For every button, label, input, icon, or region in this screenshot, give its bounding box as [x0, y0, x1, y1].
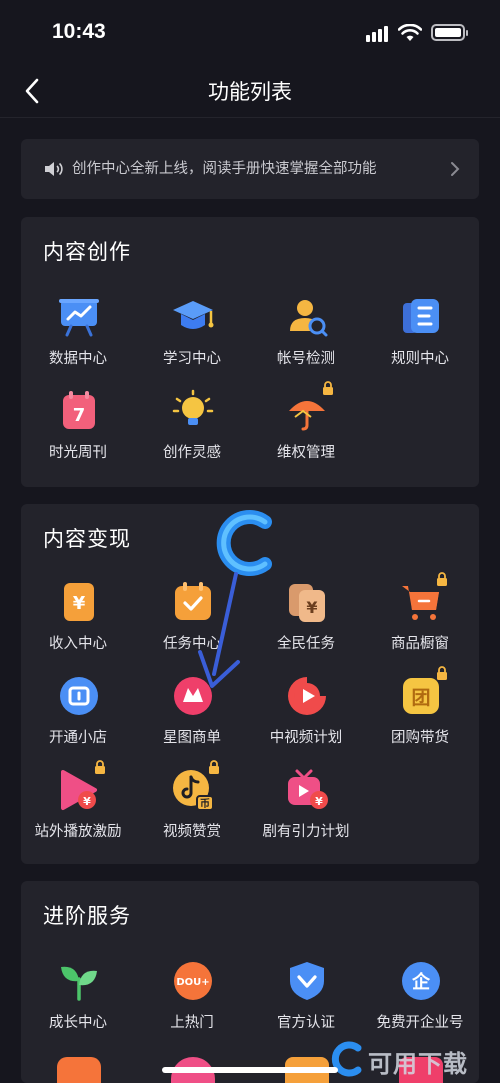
svg-text:¥: ¥ — [306, 598, 317, 617]
enterprise-account-item[interactable]: 企 免费开企业号 — [363, 959, 477, 1049]
mid-video-icon — [288, 677, 326, 715]
pointer-arrow-overlay — [198, 572, 240, 688]
public-task-item[interactable]: ¥ 全民任务 — [249, 580, 363, 670]
lock-icon — [437, 666, 447, 680]
item-label: 中视频计划 — [269, 730, 343, 746]
lock-icon — [323, 381, 333, 395]
svg-text:币: 币 — [200, 798, 210, 810]
group-buy-icon: 团 — [403, 678, 439, 714]
status-time: 10:43 — [52, 20, 106, 43]
account-check-icon — [290, 300, 328, 337]
item-label: 维权管理 — [277, 445, 335, 461]
drama-plan-item[interactable]: ¥ 剧有引力计划 — [249, 768, 363, 858]
lock-icon — [209, 760, 219, 774]
item-label: 官方认证 — [277, 1015, 335, 1031]
item-label: 免费开企业号 — [376, 1015, 464, 1031]
announcement-banner[interactable]: 创作中心全新上线，阅读手册快速掌握全部功能 — [21, 139, 479, 199]
drama-plan-icon: ¥ — [288, 769, 328, 809]
weekly-item[interactable]: 7 时光周刊 — [21, 389, 135, 479]
growth-center-item[interactable]: 成长中心 — [21, 959, 135, 1049]
brand-logo-overlay — [216, 510, 272, 576]
item-label: 规则中心 — [391, 351, 449, 367]
item-label: 剧有引力计划 — [262, 824, 350, 840]
video-reward-icon: 币 — [173, 770, 214, 811]
external-play-item[interactable]: ¥ 站外播放激励 — [21, 760, 135, 858]
official-verify-item[interactable]: 官方认证 — [249, 959, 363, 1049]
svg-text:企: 企 — [411, 971, 431, 993]
svg-text:DOU+: DOU+ — [176, 977, 209, 988]
svg-text:¥: ¥ — [73, 593, 86, 614]
lock-icon — [95, 760, 105, 774]
section-title: 进阶服务 — [43, 904, 131, 928]
section-title: 内容创作 — [43, 240, 131, 264]
item-label: 上热门 — [170, 1015, 214, 1031]
public-task-icon: ¥ — [289, 584, 325, 622]
inspiration-icon — [172, 389, 214, 425]
shop-window-icon — [402, 586, 439, 620]
rules-center-item[interactable]: 规则中心 — [363, 295, 477, 385]
item-label: 时光周刊 — [49, 445, 107, 461]
item-label: 数据中心 — [49, 351, 107, 367]
svg-text:¥: ¥ — [315, 795, 323, 808]
battery-icon — [431, 24, 468, 41]
growth-center-icon — [61, 966, 97, 1001]
weekly-icon: 7 — [63, 391, 95, 429]
shop-window-item[interactable]: 商品橱窗 — [363, 572, 477, 670]
watermark-text: 可用下载 — [368, 1050, 468, 1078]
rules-center-icon — [403, 299, 439, 333]
section-title: 内容变现 — [43, 527, 131, 551]
dou-plus-icon: DOU+ — [174, 962, 212, 1000]
rights-protection-icon — [289, 401, 325, 431]
announcement-text: 创作中心全新上线，阅读手册快速掌握全部功能 — [72, 161, 377, 177]
item-label: 星图商单 — [163, 730, 221, 746]
item-label: 收入中心 — [49, 636, 107, 652]
account-check-item[interactable]: 帐号检测 — [249, 295, 363, 385]
cellular-signal-icon — [366, 26, 392, 42]
mid-video-item[interactable]: 中视频计划 — [249, 674, 363, 764]
item-label: 开通小店 — [49, 730, 107, 746]
learning-center-item[interactable]: 学习中心 — [135, 295, 249, 385]
enterprise-account-icon: 企 — [402, 962, 440, 1000]
learning-center-icon — [173, 301, 214, 329]
external-play-icon: ¥ — [61, 770, 97, 810]
rights-protection-item[interactable]: 维权管理 — [249, 381, 363, 479]
svg-text:¥: ¥ — [83, 795, 91, 808]
group-buy-item[interactable]: 团 团购带货 — [363, 666, 477, 764]
item-label: 全民任务 — [277, 636, 335, 652]
status-bar: 10:43 — [0, 0, 500, 64]
inspiration-item[interactable]: 创作灵感 — [135, 389, 249, 479]
open-store-icon — [60, 677, 98, 715]
svg-text:7: 7 — [73, 405, 86, 426]
item-label: 团购带货 — [391, 730, 449, 746]
next-row-icon-1 — [57, 1057, 101, 1083]
item-label: 创作灵感 — [163, 445, 221, 461]
item-label: 视频赞赏 — [163, 824, 221, 840]
data-center-item[interactable]: 数据中心 — [21, 295, 135, 385]
item-label: 商品橱窗 — [391, 636, 449, 652]
svg-text:团: 团 — [411, 687, 430, 709]
video-reward-item[interactable]: 币 视频赞赏 — [135, 760, 249, 858]
data-center-icon — [59, 299, 99, 337]
open-store-item[interactable]: 开通小店 — [21, 674, 135, 764]
page-title: 功能列表 — [208, 80, 292, 104]
chevron-right-icon — [451, 162, 460, 176]
wifi-icon — [398, 24, 422, 41]
income-center-item[interactable]: ¥ 收入中心 — [21, 580, 135, 670]
content-creation-section: 内容创作 数据中心 学习中心 帐号检测 规则中心 7 时光周刊 创作灵感 维权管… — [21, 217, 479, 487]
lock-icon — [437, 572, 447, 586]
income-center-icon: ¥ — [64, 583, 94, 621]
item-label: 帐号检测 — [277, 351, 335, 367]
item-label: 成长中心 — [49, 1015, 107, 1031]
official-verify-icon — [290, 962, 324, 1000]
nav-bar: 功能列表 — [0, 64, 500, 118]
item-label: 学习中心 — [163, 351, 221, 367]
speaker-icon — [45, 162, 63, 176]
dou-plus-item[interactable]: DOU+ 上热门 — [135, 959, 249, 1049]
home-indicator[interactable] — [162, 1067, 338, 1073]
item-label: 站外播放激励 — [34, 824, 122, 840]
